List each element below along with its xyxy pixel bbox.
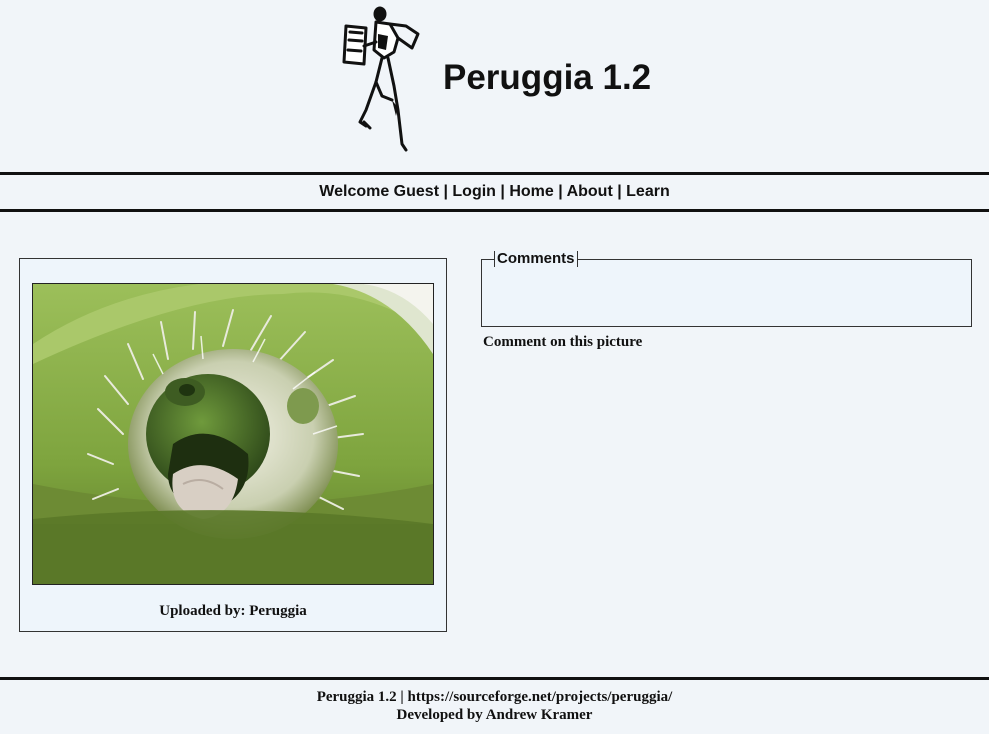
nav-link-login[interactable]: Login [452,183,496,200]
site-footer: Peruggia 1.2 | https://sourceforge.net/p… [0,677,989,734]
nav-separator: | [500,183,510,200]
site-header: Peruggia 1.2 [0,0,989,172]
nav-separator: | [558,183,567,200]
uploaded-by-label: Uploaded by: Peruggia [159,603,307,619]
main-nav: Welcome Guest | Login | Home | About | L… [0,172,989,212]
nav-link-learn[interactable]: Learn [626,183,670,200]
comment-on-picture-link[interactable]: Comment on this picture [483,334,642,351]
site-title: Peruggia 1.2 [443,58,652,97]
footer-project-link: Peruggia 1.2 | https://sourceforge.net/p… [316,689,673,705]
walking-man-logo-icon [342,6,420,152]
picture-panel: Uploaded by: Peruggia [19,258,447,632]
nav-separator: | [617,183,627,200]
hedgehog-photo[interactable] [32,283,434,585]
comments-fieldset: Comments [481,251,972,327]
nav-link-about[interactable]: About [567,183,613,200]
nav-link-home[interactable]: Home [509,183,553,200]
comments-legend: Comments [494,251,578,267]
footer-developer-credit: Developed by Andrew Kramer [396,707,593,723]
welcome-greeting: Welcome Guest [319,183,440,200]
